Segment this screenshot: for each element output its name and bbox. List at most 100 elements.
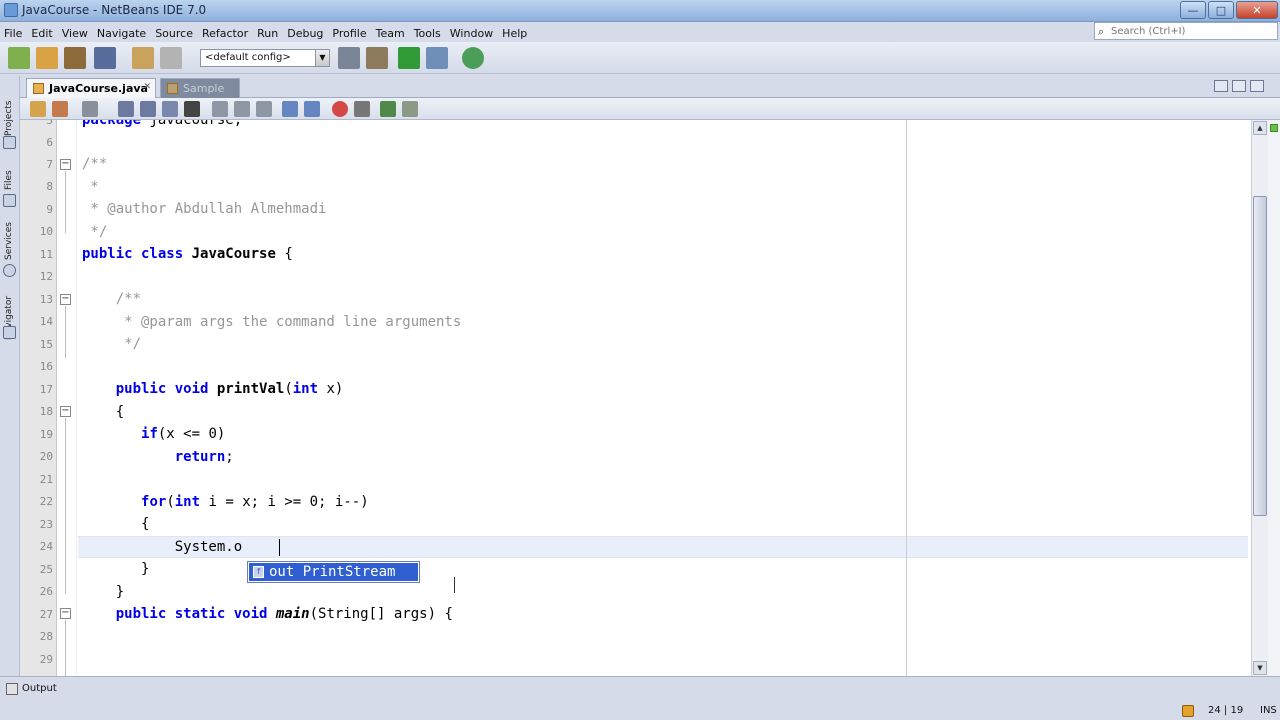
menu-team[interactable]: Team: [372, 24, 410, 40]
maximize-editor-icon[interactable]: [1250, 80, 1264, 92]
line-number: 21: [39, 473, 53, 486]
clean-build-icon[interactable]: [366, 47, 388, 69]
code-line: /**: [82, 156, 108, 172]
history-icon[interactable]: [52, 101, 68, 117]
code-line: * @param args the command line arguments: [82, 314, 462, 330]
files-icon: [3, 194, 16, 207]
menu-profile[interactable]: Profile: [328, 24, 371, 40]
fold-toggle-icon[interactable]: −: [60, 294, 71, 305]
redo-icon[interactable]: [160, 47, 182, 69]
toggle-highlight-icon[interactable]: [184, 101, 200, 117]
current-code-line: System.o: [174, 539, 243, 555]
source-view-icon[interactable]: [30, 101, 46, 117]
tab-label: JavaCourse.java: [49, 82, 148, 95]
menu-navigate[interactable]: Navigate: [93, 24, 151, 40]
close-tab-icon[interactable]: ✕: [143, 82, 151, 92]
line-number: 20: [39, 450, 53, 463]
java-file-icon: [167, 83, 178, 94]
menu-run[interactable]: Run: [253, 24, 283, 40]
editor-toolbar: [20, 98, 1280, 120]
line-number: 6: [46, 136, 53, 149]
completion-item-out[interactable]: f out PrintStream: [249, 563, 418, 581]
toggle-bookmark-icon[interactable]: [256, 101, 272, 117]
line-number: 22: [39, 495, 53, 508]
debug-icon[interactable]: [426, 47, 448, 69]
stop-macro-icon[interactable]: [354, 101, 370, 117]
projects-icon: [3, 136, 16, 149]
tab-services[interactable]: Services: [2, 210, 18, 270]
find-next-icon[interactable]: [140, 101, 156, 117]
menu-debug[interactable]: Debug: [283, 24, 328, 40]
line-number: 27: [39, 608, 53, 621]
fold-toggle-icon[interactable]: −: [60, 608, 71, 619]
fold-toggle-icon[interactable]: −: [60, 406, 71, 417]
maximize-button[interactable]: □: [1208, 1, 1234, 19]
new-project-icon[interactable]: [8, 47, 30, 69]
notification-icon[interactable]: [1182, 705, 1194, 717]
tab-sample[interactable]: Sample: [160, 78, 240, 98]
save-all-icon[interactable]: [94, 47, 116, 69]
code-editor[interactable]: 5 6 7 8 9 10 11 12 13 14 15 16 17 18 19 …: [20, 120, 1251, 676]
scroll-down-icon[interactable]: ▼: [1253, 661, 1267, 675]
output-label: Output: [22, 683, 57, 694]
find-selection-icon[interactable]: [162, 101, 178, 117]
search-input[interactable]: [1111, 24, 1275, 38]
menu-help[interactable]: Help: [498, 24, 532, 40]
search-box[interactable]: ⌕: [1094, 22, 1278, 40]
back-icon[interactable]: [82, 101, 98, 117]
menu-window[interactable]: Window: [446, 24, 498, 40]
run-icon[interactable]: [398, 47, 420, 69]
menu-file[interactable]: File: [0, 24, 27, 40]
line-number: 18: [39, 405, 53, 418]
fold-guide: [65, 171, 66, 233]
search-icon: ⌕: [1098, 25, 1105, 38]
start-macro-icon[interactable]: [332, 101, 348, 117]
line-number: 11: [39, 248, 53, 261]
code-folding-strip: − − − −: [57, 120, 77, 676]
tab-list-icon[interactable]: [1232, 80, 1246, 92]
java-file-icon: [33, 83, 44, 94]
menu-source[interactable]: Source: [151, 24, 198, 40]
insert-mode: INS: [1260, 705, 1277, 716]
prev-bookmark-icon[interactable]: [212, 101, 228, 117]
scroll-up-icon[interactable]: ▲: [1253, 121, 1267, 135]
chevron-down-icon[interactable]: ▼: [315, 50, 329, 66]
uncomment-icon[interactable]: [402, 101, 418, 117]
tab-scroll-left-icon[interactable]: [1214, 80, 1228, 92]
menu-bar: File Edit View Navigate Source Refactor Run Deb…: [0, 22, 1100, 42]
code-line: package javacourse;: [82, 120, 243, 128]
build-icon[interactable]: [338, 47, 360, 69]
menu-tools[interactable]: Tools: [410, 24, 446, 40]
vertical-scrollbar[interactable]: ▲ ▼: [1251, 120, 1268, 676]
scrollbar-thumb[interactable]: [1253, 196, 1267, 516]
shift-right-icon[interactable]: [304, 101, 320, 117]
field-icon: f: [253, 566, 264, 578]
find-previous-icon[interactable]: [118, 101, 134, 117]
fold-toggle-icon[interactable]: −: [60, 159, 71, 170]
profile-icon[interactable]: [462, 47, 484, 69]
error-stripe-bar: [1268, 120, 1280, 676]
open-project-icon[interactable]: [64, 47, 86, 69]
undo-icon[interactable]: [132, 47, 154, 69]
menu-edit[interactable]: Edit: [27, 24, 57, 40]
code-line: {: [82, 404, 125, 420]
config-select[interactable]: <default config> ▼: [200, 49, 330, 67]
menu-refactor[interactable]: Refactor: [198, 24, 253, 40]
next-bookmark-icon[interactable]: [234, 101, 250, 117]
close-button[interactable]: ✕: [1236, 1, 1278, 19]
line-number: 19: [39, 428, 53, 441]
line-number: 14: [39, 315, 53, 328]
line-number: 17: [39, 383, 53, 396]
new-file-icon[interactable]: [36, 47, 58, 69]
code-line: public void printVal(int x): [115, 381, 344, 397]
menu-view[interactable]: View: [58, 24, 93, 40]
code-line: */: [82, 224, 108, 240]
comment-icon[interactable]: [380, 101, 396, 117]
output-tab[interactable]: Output: [4, 681, 57, 699]
minimize-button[interactable]: —: [1180, 1, 1206, 19]
tab-javacourse-java[interactable]: JavaCourse.java ✕: [26, 78, 156, 98]
status-bar: Output 24 | 19 INS: [0, 676, 1280, 720]
line-number: 13: [39, 293, 53, 306]
shift-left-icon[interactable]: [282, 101, 298, 117]
caret-position: 24 | 19: [1208, 705, 1244, 716]
